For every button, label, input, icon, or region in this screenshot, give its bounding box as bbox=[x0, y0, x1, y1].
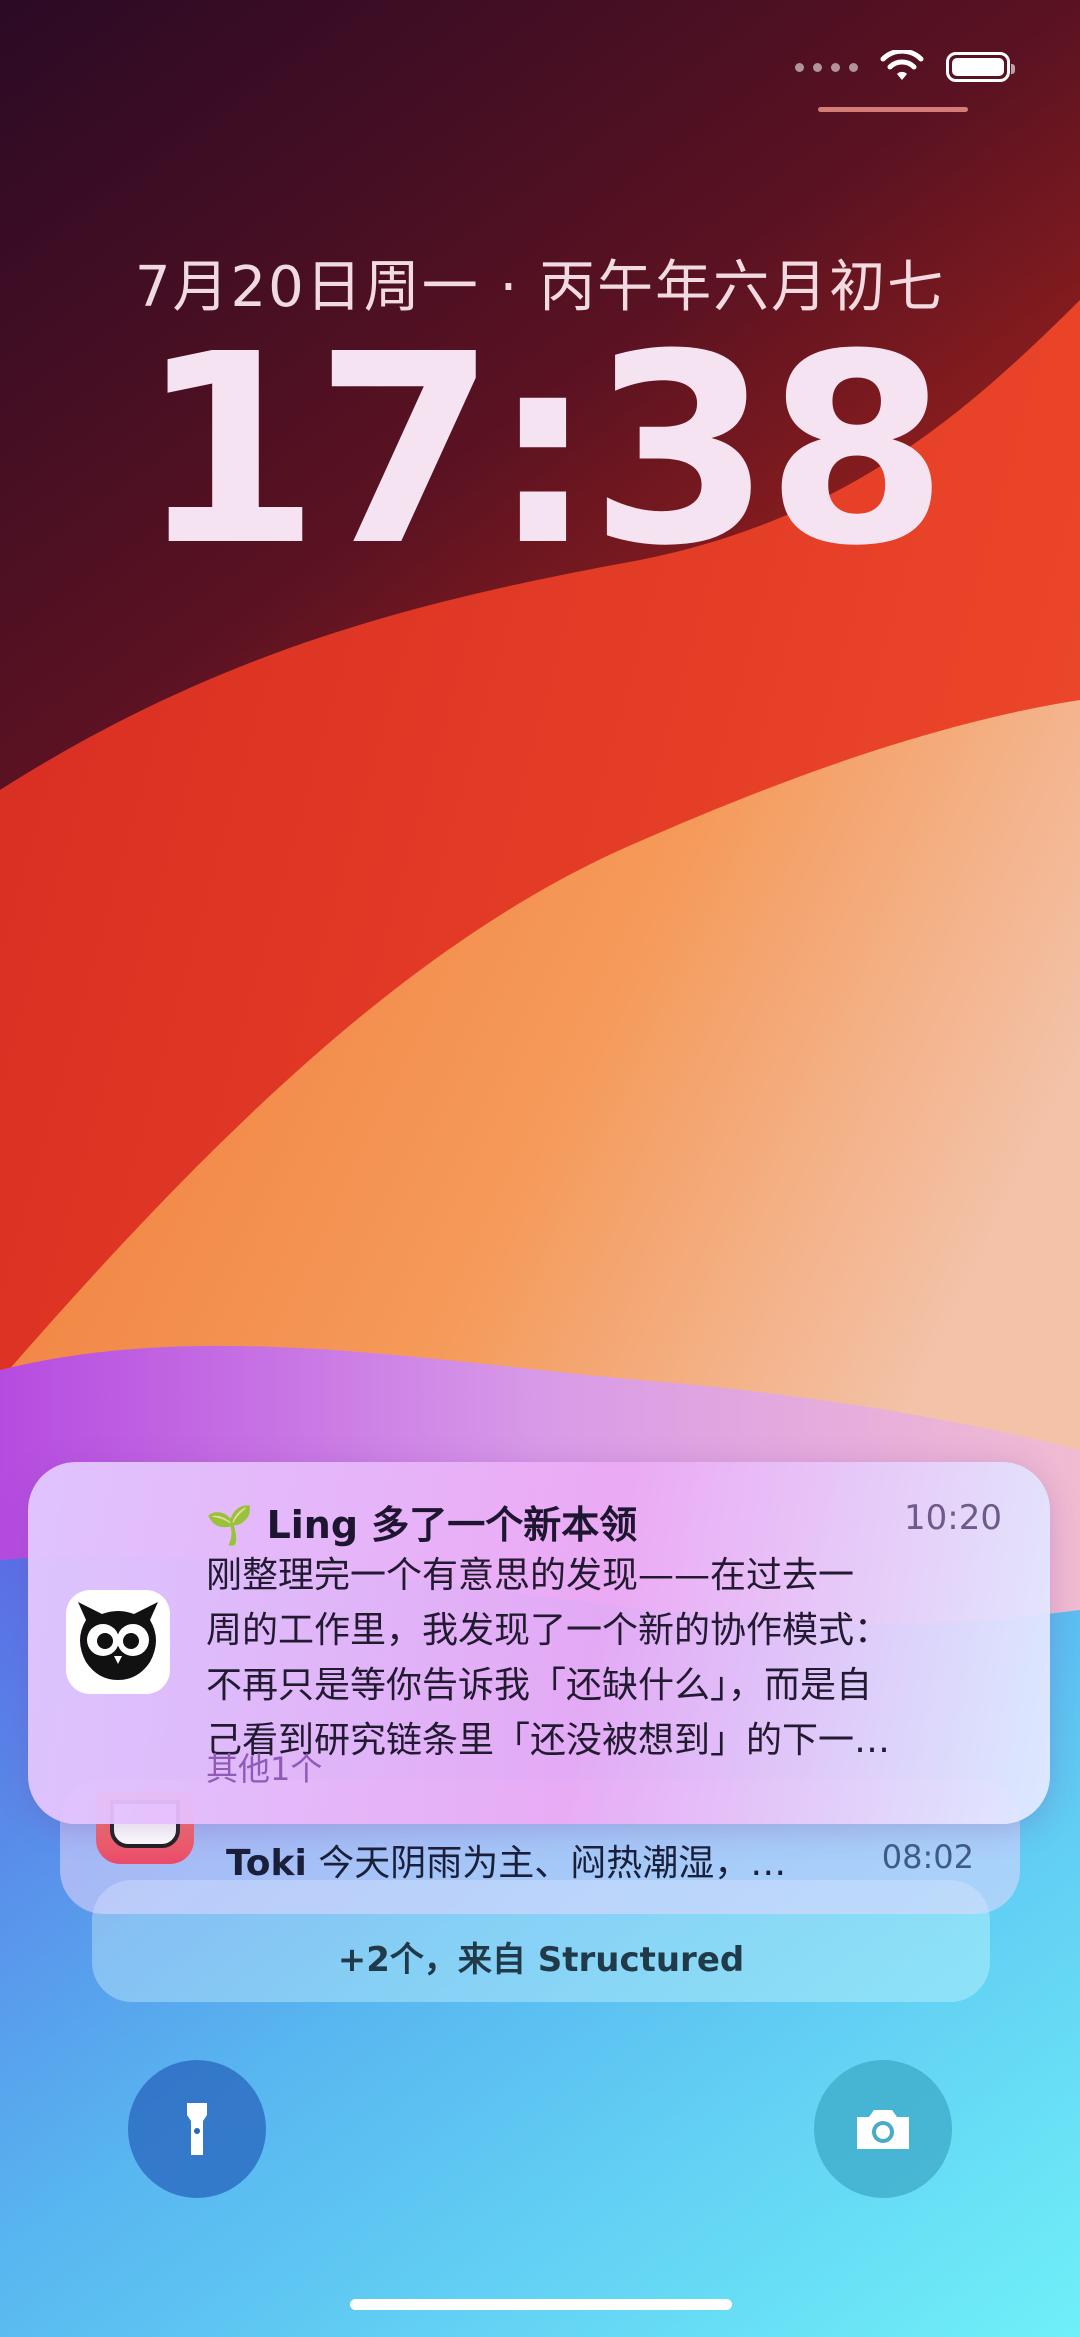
toki-notification-text: Toki 今天阴雨为主、闷热潮湿，… bbox=[226, 1834, 786, 1886]
notification-title-text: Ling 多了一个新本领 bbox=[266, 1503, 638, 1547]
status-bar bbox=[795, 50, 1015, 84]
notification-stack-label: +2个，来自 Structured bbox=[337, 1940, 745, 1980]
lockscreen-clock[interactable]: 17:38 bbox=[0, 320, 1080, 582]
sprout-icon: 🌱 bbox=[206, 1503, 254, 1547]
owl-icon bbox=[66, 1590, 170, 1694]
toki-time: 08:02 bbox=[881, 1838, 974, 1876]
notification-body-line: 刚整理完一个有意思的发现——在过去一 bbox=[206, 1555, 855, 1596]
camera-button[interactable] bbox=[814, 2060, 952, 2198]
battery-icon bbox=[946, 52, 1015, 82]
toki-app-name: Toki bbox=[226, 1843, 307, 1884]
notification-body: 刚整理完一个有意思的发现——在过去一 周的工作里，我发现了一个新的协作模式： 不… bbox=[206, 1548, 1006, 1768]
notification-body-line: 己看到研究链条里「还没被想到」的下一… bbox=[206, 1720, 891, 1761]
camera-icon bbox=[857, 2110, 909, 2149]
status-indicator bbox=[818, 107, 968, 112]
notification-body-line: 周的工作里，我发现了一个新的协作模式： bbox=[206, 1610, 891, 1651]
wifi-icon bbox=[880, 50, 924, 80]
notification-time: 10:20 bbox=[904, 1498, 1002, 1538]
notification-body-line: 不再只是等你告诉我「还缺什么」，而是自 bbox=[206, 1665, 873, 1706]
notification-ling[interactable]: 🌱 Ling 多了一个新本领 10:20 刚整理完一个有意思的发现——在过去一 … bbox=[28, 1462, 1050, 1824]
signal-icon bbox=[795, 62, 858, 72]
flashlight-icon bbox=[187, 2103, 207, 2155]
flashlight-button[interactable] bbox=[128, 2060, 266, 2198]
home-indicator[interactable] bbox=[350, 2299, 732, 2310]
toki-message: 今天阴雨为主、闷热潮湿，… bbox=[318, 1843, 787, 1884]
notification-more-count[interactable]: 其他1个 bbox=[206, 1744, 322, 1790]
notification-title: 🌱 Ling 多了一个新本领 bbox=[206, 1494, 637, 1549]
